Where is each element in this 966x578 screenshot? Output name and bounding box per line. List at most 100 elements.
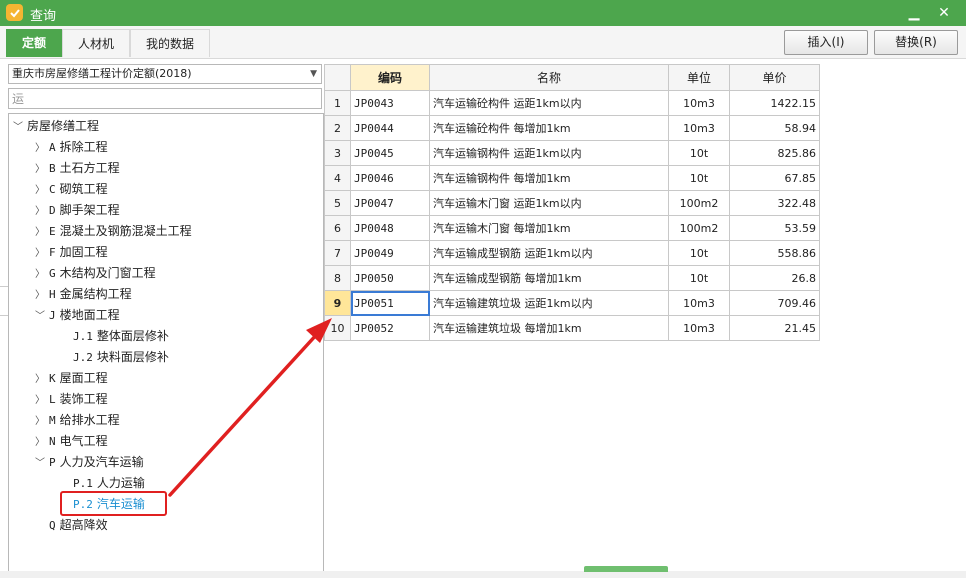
cell-price[interactable]: 67.85 [729,165,820,191]
minimize-button[interactable]: ▁ [903,3,925,23]
replace-button[interactable]: 替换(R) [874,30,958,55]
tree-item-n[interactable]: 〉 N 电气工程 [35,431,108,451]
tab-labor-material-machine[interactable]: 人材机 [62,29,130,57]
resize-grip[interactable] [584,566,668,572]
tree-item-d[interactable]: 〉 D 脚手架工程 [35,200,120,220]
cell-unit[interactable]: 10m3 [668,315,730,341]
row-number: 3 [324,140,351,166]
tree-item-a[interactable]: 〉 A 拆除工程 [35,137,108,157]
tree-item-h[interactable]: 〉 H 金属结构工程 [35,284,132,304]
close-icon: ✕ [938,5,950,21]
search-input[interactable] [8,88,322,109]
cell-name[interactable]: 汽车运输建筑垃圾 运距1km以内 [429,290,669,316]
quota-library-select[interactable]: 重庆市房屋修缮工程计价定额(2018) ▼ [8,64,322,84]
tree-item-code: P [49,456,56,469]
panel-edge [0,286,8,316]
cell-unit[interactable]: 10m3 [668,290,730,316]
tree-item-p[interactable]: ﹀ P 人力及汽车运输 [35,452,144,472]
cell-name[interactable]: 汽车运输木门窗 运距1km以内 [429,190,669,216]
cell-name[interactable]: 汽车运输建筑垃圾 每增加1km [429,315,669,341]
cell-name[interactable]: 汽车运输钢构件 每增加1km [429,165,669,191]
tree-item-j1[interactable]: J.1 整体面层修补 [73,326,169,346]
row-number: 1 [324,90,351,116]
cell-name[interactable]: 汽车运输钢构件 运距1km以内 [429,140,669,166]
header-code[interactable]: 编码 [350,64,430,91]
cell-unit[interactable]: 10m3 [668,90,730,116]
cell-price[interactable]: 322.48 [729,190,820,216]
chevron-down-icon: ﹀ [35,458,45,469]
row-number: 8 [324,265,351,291]
tree-item-code: A [49,141,56,154]
insert-button[interactable]: 插入(I) [784,30,868,55]
close-button[interactable]: ✕ [933,3,955,23]
tree-item-q[interactable]: Q 超高降效 [49,515,108,535]
cell-code[interactable]: JP0052 [350,315,430,341]
cell-price[interactable]: 53.59 [729,215,820,241]
row-number: 4 [324,165,351,191]
tree-item-code: M [49,414,56,427]
table-row[interactable]: 1 JP0043 汽车运输砼构件 运距1km以内 10m3 1422.15 [324,90,820,116]
tree-item-g[interactable]: 〉 G 木结构及门窗工程 [35,263,156,283]
tab-quota[interactable]: 定额 [6,29,62,57]
cell-unit[interactable]: 10t [668,140,730,166]
tree-item-code: L [49,393,56,406]
cell-price[interactable]: 709.46 [729,290,820,316]
tree-item-c[interactable]: 〉 C 砌筑工程 [35,179,108,199]
cell-code[interactable]: JP0044 [350,115,430,141]
table-row[interactable]: 7 JP0049 汽车运输成型钢筋 运距1km以内 10t 558.86 [324,240,820,266]
table-row[interactable]: 6 JP0048 汽车运输木门窗 每增加1km 100m2 53.59 [324,215,820,241]
table-row-selected[interactable]: 9 JP0051 汽车运输建筑垃圾 运距1km以内 10m3 709.46 [324,290,820,316]
tree-item-b[interactable]: 〉 B 土石方工程 [35,158,120,178]
table-row[interactable]: 5 JP0047 汽车运输木门窗 运距1km以内 100m2 322.48 [324,190,820,216]
tree-item-k[interactable]: 〉 K 屋面工程 [35,368,108,388]
chevron-right-icon: 〉 [35,395,45,406]
cell-price[interactable]: 558.86 [729,240,820,266]
cell-unit[interactable]: 10t [668,240,730,266]
cell-price[interactable]: 58.94 [729,115,820,141]
cell-unit[interactable]: 100m2 [668,190,730,216]
tree-item-code: E [49,225,56,238]
table-row[interactable]: 4 JP0046 汽车运输钢构件 每增加1km 10t 67.85 [324,165,820,191]
cell-unit[interactable]: 10t [668,265,730,291]
cell-code[interactable]: JP0048 [350,215,430,241]
tree-item-p1[interactable]: P.1 人力运输 [73,473,145,493]
tree-item-code: G [49,267,56,280]
cell-name[interactable]: 汽车运输成型钢筋 每增加1km [429,265,669,291]
cell-unit[interactable]: 10t [668,165,730,191]
cell-name[interactable]: 汽车运输砼构件 每增加1km [429,115,669,141]
tree-item-j2[interactable]: J.2 块料面层修补 [73,347,169,367]
table-row[interactable]: 2 JP0044 汽车运输砼构件 每增加1km 10m3 58.94 [324,115,820,141]
tree-item-m[interactable]: 〉 M 给排水工程 [35,410,120,430]
cell-price[interactable]: 21.45 [729,315,820,341]
tree-root[interactable]: ﹀ 房屋修缮工程 [13,116,99,136]
tree-item-label: 混凝土及钢筋混凝土工程 [59,224,192,238]
tree-item-l[interactable]: 〉 L 装饰工程 [35,389,108,409]
cell-code[interactable]: JP0045 [350,140,430,166]
table-row[interactable]: 10 JP0052 汽车运输建筑垃圾 每增加1km 10m3 21.45 [324,315,820,341]
cell-name[interactable]: 汽车运输成型钢筋 运距1km以内 [429,240,669,266]
tree-item-e[interactable]: 〉 E 混凝土及钢筋混凝土工程 [35,221,192,241]
table-row[interactable]: 8 JP0050 汽车运输成型钢筋 每增加1km 10t 26.8 [324,265,820,291]
tab-my-data[interactable]: 我的数据 [130,29,210,57]
header-unit[interactable]: 单位 [668,64,730,91]
tree-item-j[interactable]: ﹀ J 楼地面工程 [35,305,120,325]
tree-item-label: 土石方工程 [59,161,120,175]
header-price[interactable]: 单价 [729,64,820,91]
cell-code[interactable]: JP0051 [350,290,430,316]
cell-code[interactable]: JP0047 [350,190,430,216]
cell-code[interactable]: JP0049 [350,240,430,266]
cell-code[interactable]: JP0046 [350,165,430,191]
cell-name[interactable]: 汽车运输砼构件 运距1km以内 [429,90,669,116]
cell-unit[interactable]: 100m2 [668,215,730,241]
cell-unit[interactable]: 10m3 [668,115,730,141]
cell-price[interactable]: 1422.15 [729,90,820,116]
cell-price[interactable]: 26.8 [729,265,820,291]
toolbar: 定额 人材机 我的数据 插入(I) 替换(R) [0,26,966,59]
cell-code[interactable]: JP0050 [350,265,430,291]
cell-price[interactable]: 825.86 [729,140,820,166]
cell-name[interactable]: 汽车运输木门窗 每增加1km [429,215,669,241]
header-name[interactable]: 名称 [429,64,669,91]
tree-item-f[interactable]: 〉 F 加固工程 [35,242,108,262]
cell-code[interactable]: JP0043 [350,90,430,116]
table-row[interactable]: 3 JP0045 汽车运输钢构件 运距1km以内 10t 825.86 [324,140,820,166]
